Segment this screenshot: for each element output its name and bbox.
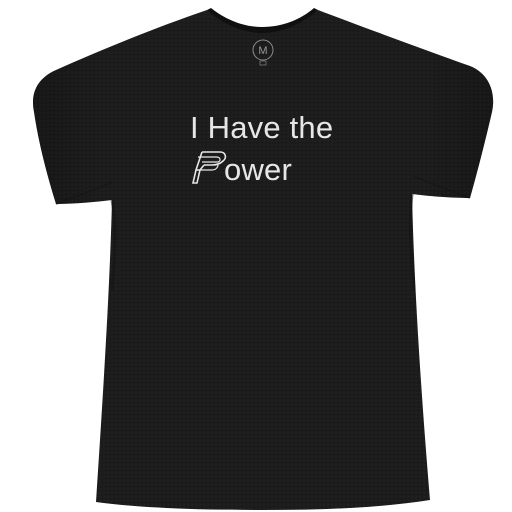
print-text-line2: ower [224,152,292,187]
stylized-p-logo-icon [191,151,227,184]
shirt-print: I Have the ower [0,0,512,512]
product-image: M I Have the ower [0,0,512,512]
print-text-line1: I Have the [190,110,334,145]
